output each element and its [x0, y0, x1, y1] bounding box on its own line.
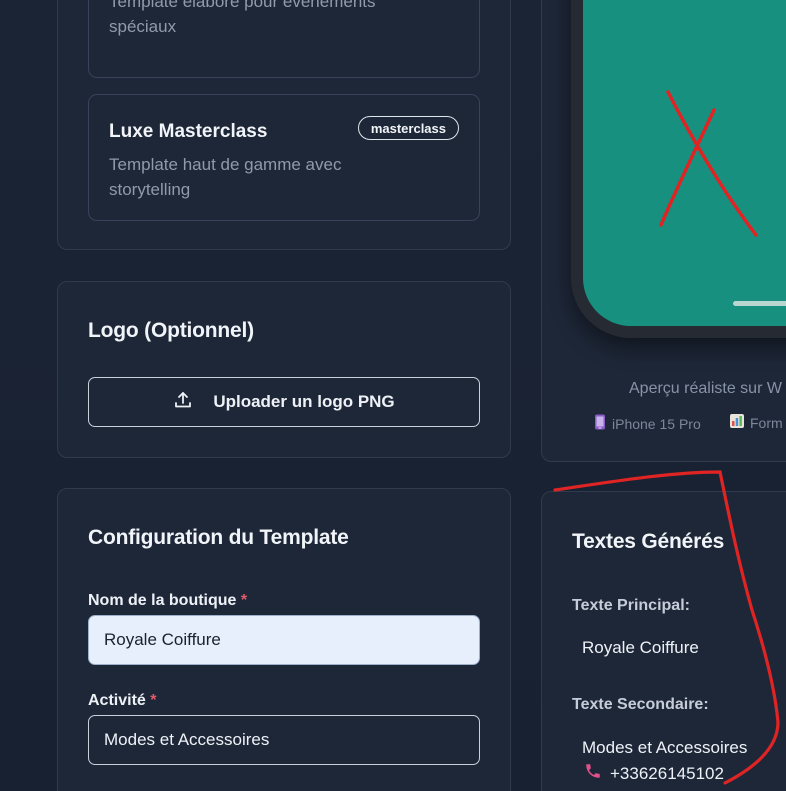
generated-texts-title: Textes Générés: [572, 530, 725, 553]
secondary-text-label: Texte Secondaire:: [572, 696, 709, 713]
phone-number: +33626145102: [610, 763, 724, 783]
shop-name-label: Nom de la boutique *: [88, 592, 247, 610]
secondary-text-value: Modes et Accessoires: [582, 738, 748, 757]
template-description: Template élaboré pour événements spéciau…: [109, 0, 376, 36]
upload-logo-button[interactable]: Uploader un logo PNG: [88, 377, 480, 427]
phone-icon: [584, 762, 602, 785]
activity-label: Activité *: [88, 692, 156, 710]
primary-text-value: Royale Coiffure: [582, 638, 699, 657]
activity-input[interactable]: [88, 715, 480, 765]
upload-icon: [173, 390, 193, 415]
activity-label-text: Activité: [88, 692, 146, 709]
logo-section-title: Logo (Optionnel): [88, 319, 254, 342]
required-mark: *: [150, 692, 157, 709]
template-tag-badge: masterclass: [357, 116, 459, 140]
shop-name-label-text: Nom de la boutique: [88, 592, 237, 609]
config-section-title: Configuration du Template: [88, 526, 349, 549]
preview-card: Aperçu réaliste sur W iPhone 15 Pro Form: [541, 0, 786, 462]
template-option-events[interactable]: Template élaboré pour événements spéciau…: [88, 0, 480, 78]
shop-name-input[interactable]: [88, 615, 480, 665]
template-title: Luxe Masterclass: [109, 121, 268, 142]
template-config-card: Configuration du Template Nom de la bout…: [57, 488, 511, 791]
upload-logo-label: Uploader un logo PNG: [213, 392, 395, 411]
device-info: iPhone 15 Pro: [594, 414, 701, 433]
phone-mockup: [571, 0, 786, 338]
phone-number-line: +33626145102: [584, 762, 724, 785]
phone-screen: [583, 0, 786, 326]
templates-card: Template élaboré pour événements spéciau…: [57, 0, 511, 250]
app-screen: Template élaboré pour événements spéciau…: [0, 0, 786, 791]
format-info: Form: [730, 414, 783, 431]
phone-icon: [594, 414, 606, 433]
home-indicator: [733, 301, 786, 306]
format-name: Form: [750, 414, 783, 431]
device-name: iPhone 15 Pro: [612, 415, 701, 432]
required-mark: *: [240, 592, 248, 609]
logo-card: Logo (Optionnel) Uploader un logo PNG: [57, 281, 511, 458]
template-description: Template haut de gamme avec storytelling: [109, 155, 342, 199]
generated-texts-card: Textes Générés Texte Principal: Royale C…: [541, 491, 786, 791]
template-option-luxe-masterclass[interactable]: Luxe Masterclass masterclass Template ha…: [88, 94, 480, 221]
chart-icon: [730, 414, 744, 431]
primary-text-label: Texte Principal:: [572, 597, 690, 614]
preview-caption: Aperçu réaliste sur W: [629, 380, 782, 397]
